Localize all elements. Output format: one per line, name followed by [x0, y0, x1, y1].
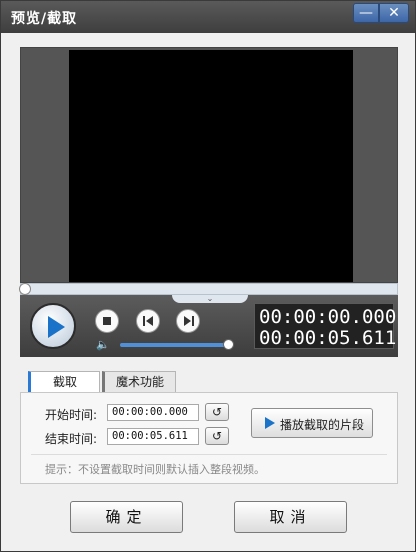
window-title: 预览/截取 — [11, 11, 78, 27]
end-time-input[interactable]: 00:00:05.611 — [107, 428, 199, 445]
divider — [31, 454, 387, 455]
close-icon: ✕ — [388, 5, 400, 21]
video-frame — [20, 47, 398, 283]
title-bar: 预览/截取 — ✕ — [1, 1, 415, 33]
play-clip-button[interactable]: 播放截取的片段 — [251, 408, 373, 438]
previous-frame-button[interactable] — [136, 309, 160, 333]
start-time-input[interactable]: 00:00:00.000 — [107, 404, 199, 421]
seek-thumb[interactable] — [19, 283, 31, 295]
clock-reset-icon: ↺ — [211, 405, 223, 419]
capture-panel: 开始时间: 00:00:00.000 ↺ 结束时间: 00:00:05.611 … — [20, 392, 398, 484]
volume-thumb[interactable] — [223, 339, 234, 350]
preview-capture-dialog: 预览/截取 — ✕ ⌄ 🔈 00:00:00.000 00:00:05.611 … — [0, 0, 416, 552]
video-preview[interactable] — [69, 50, 353, 282]
volume-icon[interactable]: 🔈 — [96, 339, 110, 351]
minimize-button[interactable]: — — [353, 3, 379, 23]
set-end-time-button[interactable]: ↺ — [205, 427, 229, 445]
time-display: 00:00:00.000 00:00:05.611 — [254, 303, 397, 349]
play-clip-label: 播放截取的片段 — [280, 418, 365, 432]
close-button[interactable]: ✕ — [379, 3, 409, 23]
chevron-down-icon: ⌄ — [206, 294, 214, 303]
clock-reset-icon: ↺ — [211, 429, 223, 443]
play-icon — [48, 316, 65, 338]
next-frame-button[interactable] — [176, 309, 200, 333]
play-button[interactable] — [30, 303, 76, 349]
set-start-time-button[interactable]: ↺ — [205, 403, 229, 421]
tab-magic-functions[interactable]: 魔术功能 — [102, 371, 176, 393]
tab-capture[interactable]: 截取 — [28, 371, 100, 393]
minimize-icon: — — [359, 5, 373, 21]
player-controls: ⌄ 🔈 00:00:00.000 00:00:05.611 — [20, 295, 398, 357]
play-icon — [265, 417, 275, 429]
volume-slider[interactable] — [120, 343, 230, 347]
current-time: 00:00:00.000 — [259, 306, 397, 328]
collapse-toggle[interactable]: ⌄ — [172, 295, 248, 303]
hint-text: 提示：不设置截取时间则默认插入整段视频。 — [45, 463, 265, 476]
cancel-button[interactable]: 取消 — [234, 501, 347, 533]
end-time-label: 结束时间: — [45, 432, 98, 446]
ok-button[interactable]: 确定 — [70, 501, 183, 533]
start-time-label: 开始时间: — [45, 408, 98, 422]
stop-button[interactable] — [95, 309, 119, 333]
total-time: 00:00:05.611 — [259, 327, 397, 349]
